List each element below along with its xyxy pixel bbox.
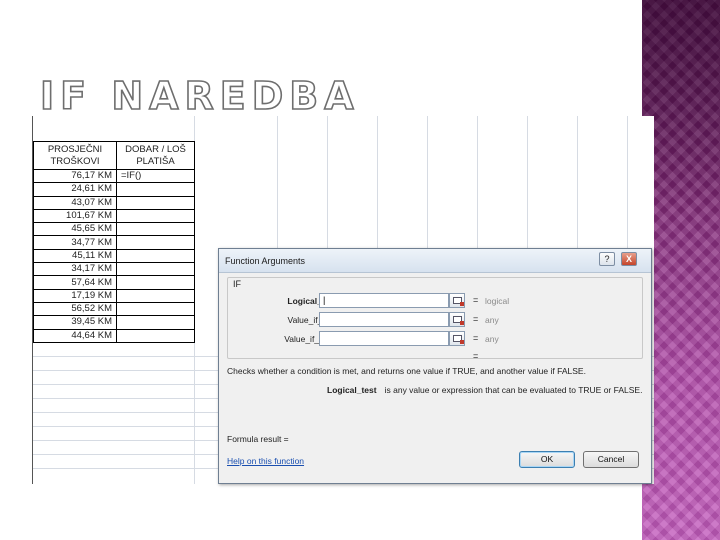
cell-cost[interactable]: 76,17 KM bbox=[33, 168, 117, 184]
cell-cost[interactable]: 34,77 KM bbox=[33, 235, 117, 250]
ok-button[interactable]: OK bbox=[519, 451, 575, 468]
cell-result[interactable] bbox=[116, 182, 195, 197]
cell-cost[interactable]: 17,19 KM bbox=[33, 288, 117, 303]
table-row: 17,19 KM bbox=[33, 288, 195, 303]
header-average-costs[interactable]: PROSJEČNI TROŠKOVI bbox=[33, 141, 117, 170]
table-row: 43,07 KM bbox=[33, 195, 195, 210]
cell-cost[interactable]: 101,67 KM bbox=[33, 208, 117, 224]
table-row: 44,64 KM bbox=[33, 328, 195, 343]
arg-type: any bbox=[485, 315, 499, 325]
cell-result[interactable] bbox=[116, 222, 195, 237]
collapse-dialog-button[interactable] bbox=[449, 331, 465, 346]
argument-row-value-if-false: Value_if_false = any bbox=[219, 331, 651, 347]
cell-result[interactable] bbox=[116, 328, 195, 343]
arg-type: logical bbox=[485, 296, 510, 306]
cancel-button[interactable]: Cancel bbox=[583, 451, 639, 468]
cell-formula[interactable]: =IF() bbox=[116, 168, 195, 184]
cell-result[interactable] bbox=[116, 235, 195, 250]
cell-result[interactable] bbox=[116, 288, 195, 303]
cell-result[interactable] bbox=[116, 248, 195, 264]
function-arguments-dialog: Function Arguments ? X IF Logical_test |… bbox=[218, 248, 652, 484]
dialog-close-button[interactable]: X bbox=[621, 252, 637, 266]
table-row: 101,67 KM bbox=[33, 208, 195, 224]
arg-equals: = bbox=[473, 333, 479, 343]
value-if-false-input[interactable] bbox=[319, 331, 449, 346]
cell-cost[interactable]: 57,64 KM bbox=[33, 275, 117, 290]
cost-table: PROSJEČNI TROŠKOVI DOBAR / LOŠ PLATIŠA 7… bbox=[33, 141, 195, 343]
range-select-icon bbox=[453, 316, 464, 325]
collapse-dialog-button[interactable] bbox=[449, 312, 465, 327]
cell-cost[interactable]: 44,64 KM bbox=[33, 328, 117, 343]
slide-title: IF NAREDBA bbox=[39, 73, 360, 119]
table-row: 45,11 KM bbox=[33, 248, 195, 264]
function-description: Checks whether a condition is met, and r… bbox=[227, 366, 586, 376]
argument-help-name: Logical_test bbox=[327, 385, 377, 395]
dialog-help-button[interactable]: ? bbox=[599, 252, 615, 266]
range-select-icon bbox=[453, 335, 464, 344]
arg-type: any bbox=[485, 334, 499, 344]
cell-cost[interactable]: 45,65 KM bbox=[33, 222, 117, 237]
help-on-function-link[interactable]: Help on this function bbox=[227, 456, 304, 466]
cell-cost[interactable]: 43,07 KM bbox=[33, 195, 117, 210]
table-row: 24,61 KM bbox=[33, 182, 195, 197]
argument-help-text: is any value or expression that can be e… bbox=[384, 385, 643, 395]
cell-result[interactable] bbox=[116, 301, 195, 317]
cell-result[interactable] bbox=[116, 275, 195, 290]
collapse-dialog-button[interactable] bbox=[449, 293, 465, 308]
table-row: 34,77 KM bbox=[33, 235, 195, 250]
argument-help: Logical_test is any value or expression t… bbox=[327, 385, 642, 395]
header-good-bad-payer[interactable]: DOBAR / LOŠ PLATIŠA bbox=[116, 141, 195, 170]
arg-equals: = bbox=[473, 314, 479, 324]
cell-cost[interactable]: 34,17 KM bbox=[33, 262, 117, 277]
table-row: 34,17 KM bbox=[33, 262, 195, 277]
cell-result[interactable] bbox=[116, 315, 195, 330]
table-row: 56,52 KM bbox=[33, 301, 195, 317]
cell-cost[interactable]: 56,52 KM bbox=[33, 301, 117, 317]
logical-test-input[interactable]: | bbox=[319, 293, 449, 308]
cell-cost[interactable]: 39,45 KM bbox=[33, 315, 117, 330]
arg-equals: = bbox=[473, 295, 479, 305]
value-if-true-input[interactable] bbox=[319, 312, 449, 327]
table-row: 57,64 KM bbox=[33, 275, 195, 290]
range-select-icon bbox=[453, 297, 464, 306]
table-row: 45,65 KM bbox=[33, 222, 195, 237]
table-row: 39,45 KM bbox=[33, 315, 195, 330]
function-name: IF bbox=[233, 279, 241, 289]
table-row: 76,17 KM =IF() bbox=[33, 168, 195, 184]
table-header-row: PROSJEČNI TROŠKOVI DOBAR / LOŠ PLATIŠA bbox=[33, 141, 195, 170]
cell-result[interactable] bbox=[116, 208, 195, 224]
cell-result[interactable] bbox=[116, 262, 195, 277]
cell-cost[interactable]: 45,11 KM bbox=[33, 248, 117, 264]
function-result-equals: = bbox=[473, 351, 479, 361]
dialog-title: Function Arguments bbox=[225, 256, 306, 266]
dialog-titlebar[interactable]: Function Arguments ? X bbox=[219, 249, 651, 273]
formula-result: Formula result = bbox=[227, 434, 289, 444]
argument-row-value-if-true: Value_if_true = any bbox=[219, 312, 651, 328]
cell-cost[interactable]: 24,61 KM bbox=[33, 182, 117, 197]
argument-row-logical-test: Logical_test | = logical bbox=[219, 293, 651, 309]
cell-result[interactable] bbox=[116, 195, 195, 210]
